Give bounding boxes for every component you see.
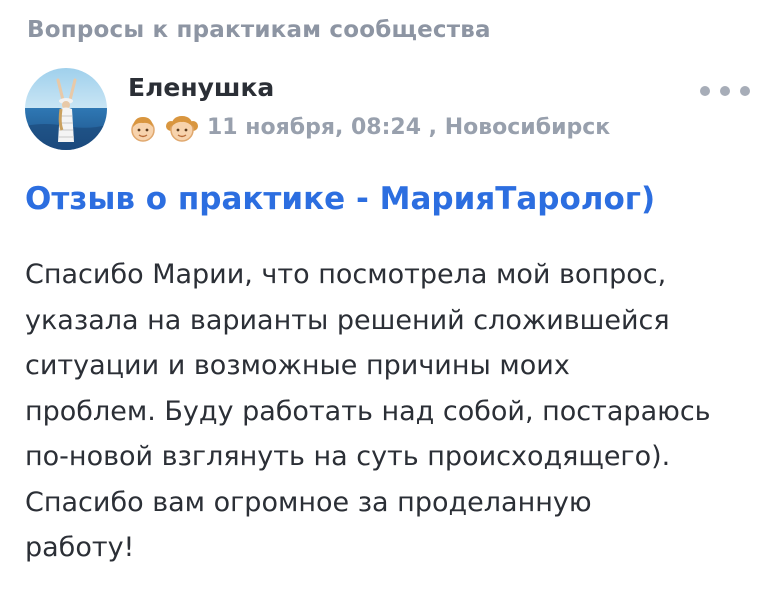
post-body-line: Спасибо вам огромное за проделанную [25, 486, 592, 518]
girl-face-icon [165, 113, 198, 143]
author-name[interactable]: Еленушка [128, 73, 274, 102]
post-body: Спасибо Марии, что посмотрела мой вопрос… [25, 252, 760, 571]
post-body-line: Спасибо Марии, что посмотрела мой вопрос… [25, 259, 667, 290]
post-title[interactable]: Отзыв о практике - МарияТаролог) [25, 181, 655, 217]
post-meta: 11 ноября, 08:24 , Новосибирск [207, 115, 610, 140]
post-body-line: проблем. Буду работать над собой, постар… [25, 395, 711, 427]
more-dots-icon [720, 86, 730, 96]
post-body-line: по-новой взглянуть на суть происходящего… [25, 441, 671, 472]
more-dots-icon [740, 86, 750, 96]
post-body-line: ситуации и возможные причины моих [25, 350, 570, 381]
post-body-line: работу! [25, 532, 135, 563]
more-options-button[interactable] [700, 76, 750, 106]
section-title: Вопросы к практикам сообщества [27, 17, 491, 43]
post-date: 11 ноября, 08:24 [207, 115, 421, 140]
more-dots-icon [700, 86, 710, 96]
avatar-photo-icon [25, 68, 107, 150]
post-body-line: указала на варианты решений сложившейся [25, 304, 670, 336]
avatar[interactable] [25, 68, 107, 150]
boy-face-icon [128, 113, 158, 143]
meta-separator: , [421, 115, 445, 140]
post-city: Новосибирск [444, 115, 611, 140]
